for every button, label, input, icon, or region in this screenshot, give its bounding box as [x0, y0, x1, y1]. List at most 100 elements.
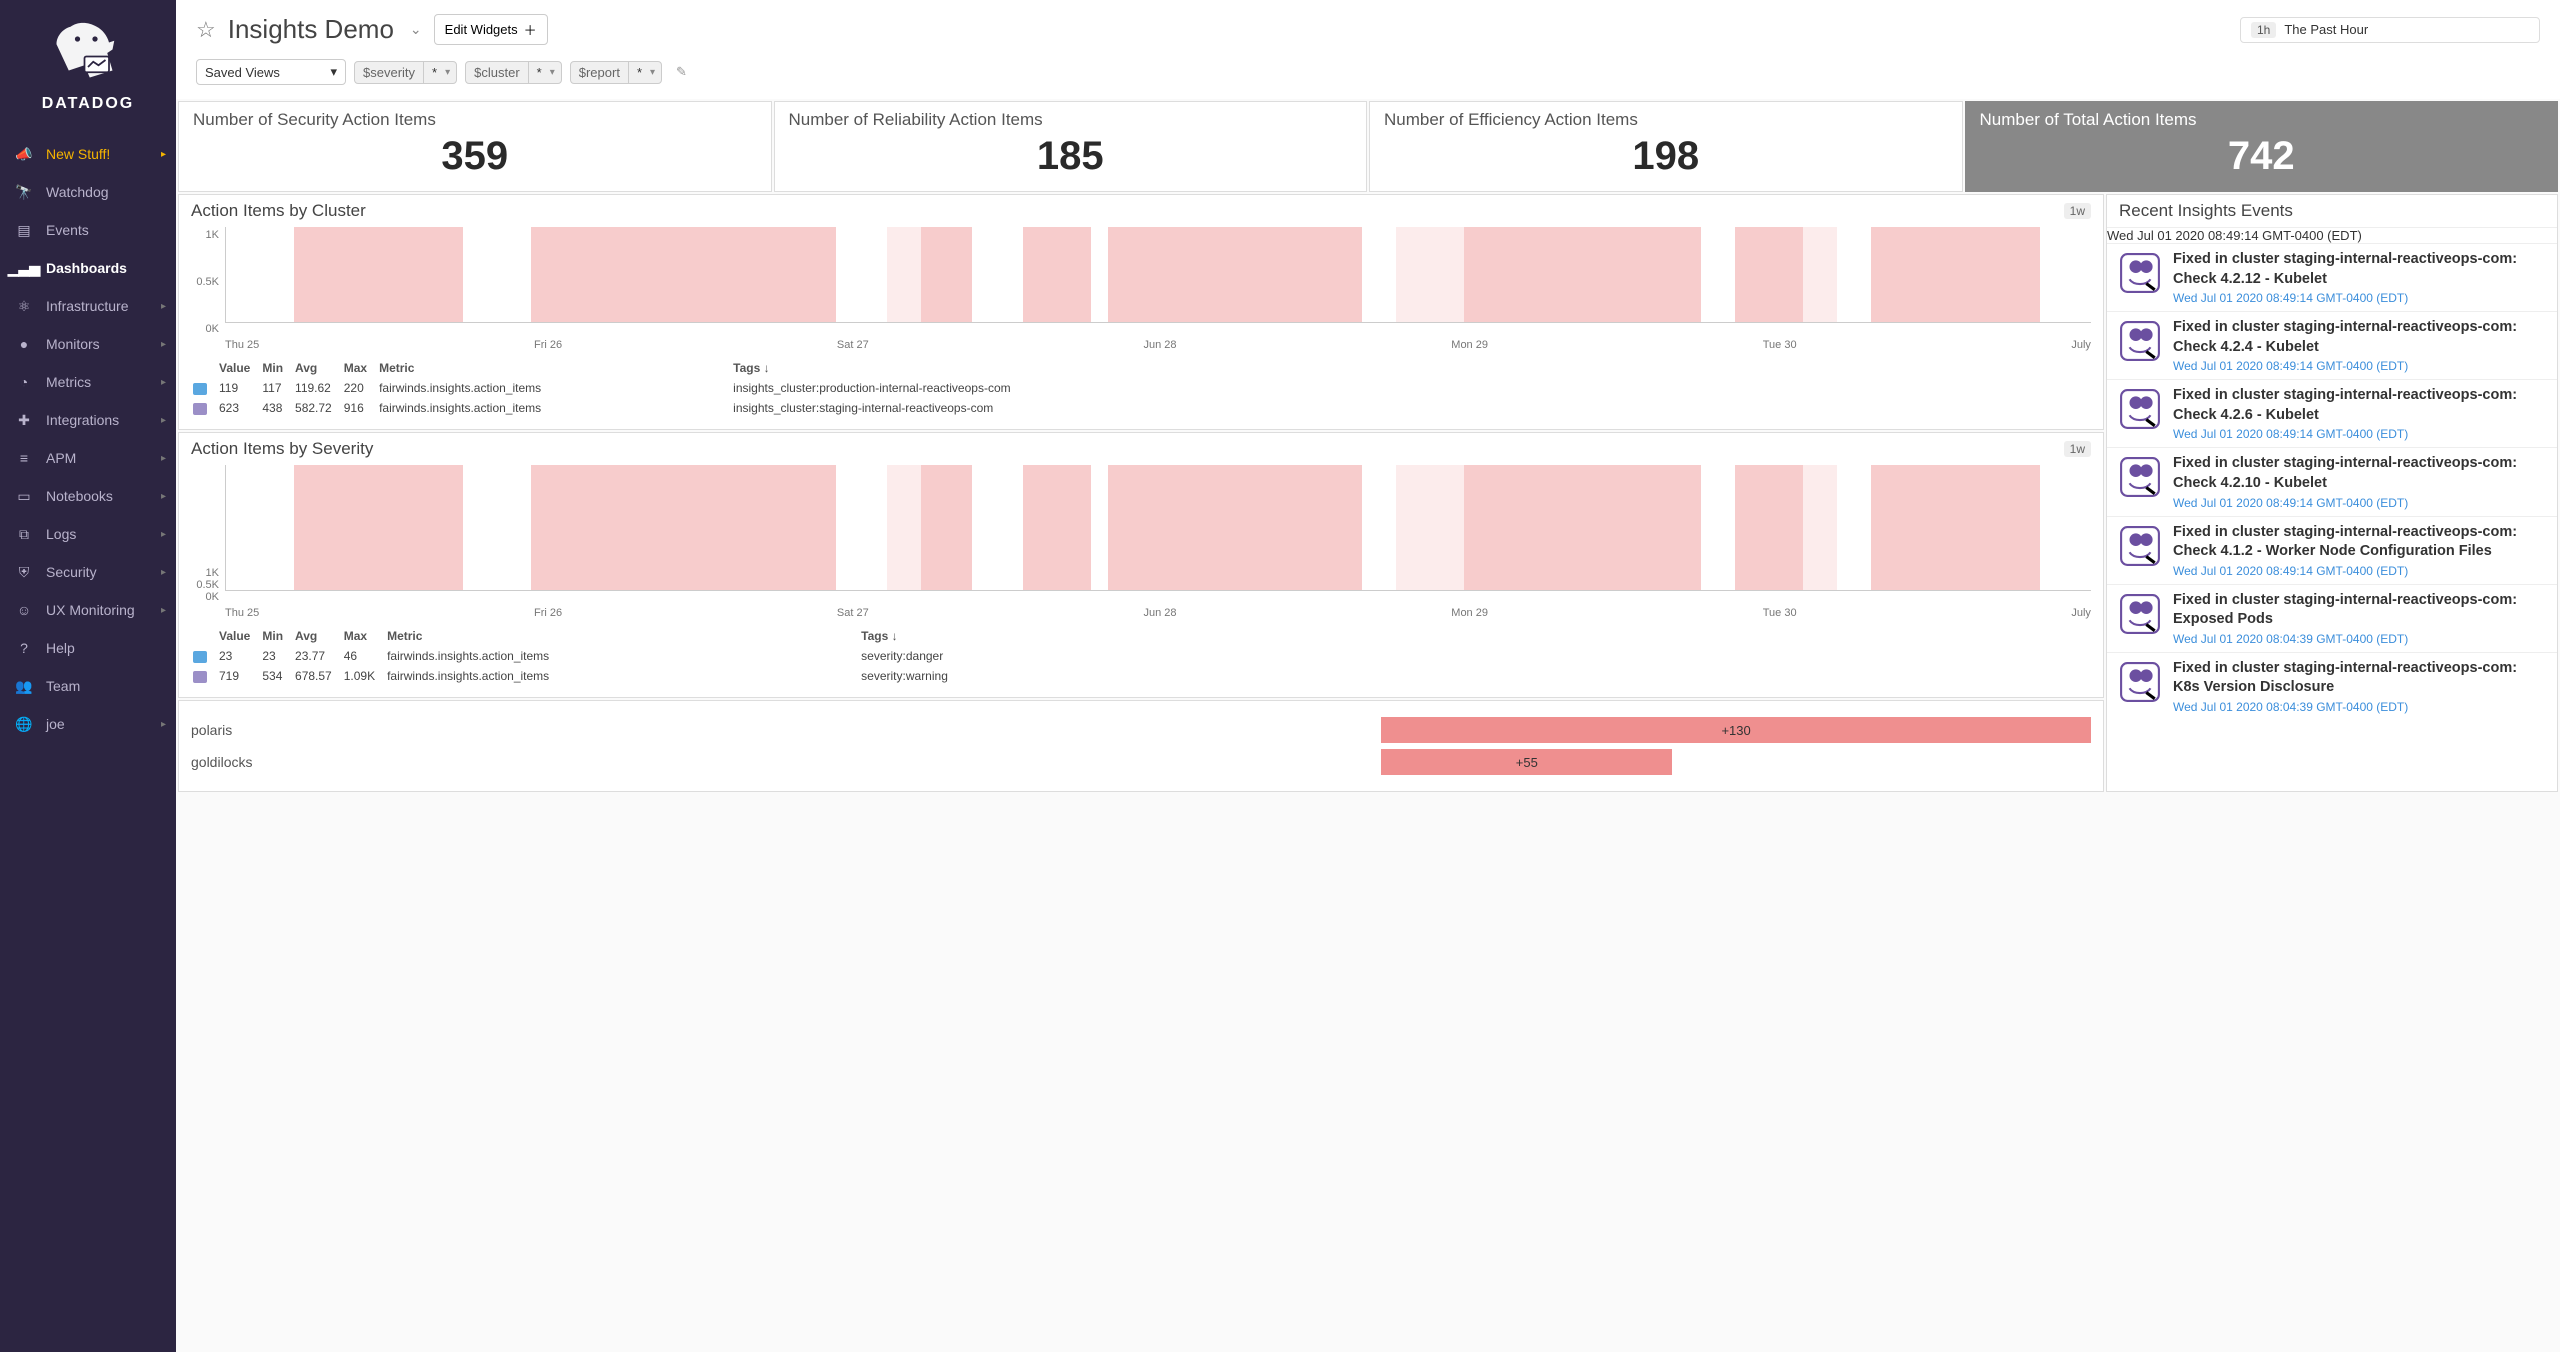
- chart-action-items-by-cluster: Action Items by Cluster 1w 1K 0.5K 0K: [178, 194, 2104, 430]
- chart1-legend: ValueMinAvgMaxMetric Tags ↓ 119117119.62…: [191, 357, 1023, 419]
- pencil-icon[interactable]: ✎: [670, 62, 693, 82]
- chevron-down-icon: ▾: [550, 67, 561, 78]
- team-icon: 👥: [14, 676, 34, 696]
- title-dropdown-icon[interactable]: ⌄: [410, 21, 422, 38]
- sidebar-item-ux-monitoring[interactable]: ☺ UX Monitoring ▸: [0, 591, 176, 629]
- chevron-right-icon: ▸: [161, 301, 166, 312]
- bar-label: goldilocks: [191, 754, 271, 770]
- sidebar-item-label: UX Monitoring: [46, 602, 135, 618]
- brand-text: DATADOG: [0, 95, 176, 113]
- sidebar-item-metrics[interactable]: ◔Metrics▸: [0, 363, 176, 401]
- edit-widgets-label: Edit Widgets: [445, 22, 518, 37]
- sidebar-item-security[interactable]: ⛨Security▸: [0, 553, 176, 591]
- event-row[interactable]: Fixed in cluster staging-internal-reacti…: [2107, 584, 2557, 652]
- stat-title: Number of Reliability Action Items: [789, 110, 1353, 130]
- sidebar-item-logs[interactable]: ⧉Logs▸: [0, 515, 176, 553]
- sidebar-item-watchdog[interactable]: 🔭Watchdog: [0, 173, 176, 211]
- edit-widgets-button[interactable]: Edit Widgets ＋: [434, 14, 548, 45]
- events-top-timestamp: Wed Jul 01 2020 08:49:14 GMT-0400 (EDT): [2107, 227, 2557, 243]
- time-label: The Past Hour: [2284, 22, 2368, 37]
- legend-row[interactable]: 232323.7746fairwinds.insights.action_ite…: [193, 647, 958, 665]
- sidebar-item-joe[interactable]: 🌐joe▸: [0, 705, 176, 743]
- chart2-title: Action Items by Severity: [191, 439, 373, 459]
- time-range-selector[interactable]: 1h The Past Hour: [2240, 17, 2540, 43]
- sidebar-item-label: Team: [46, 678, 80, 694]
- chart-action-items-by-severity: Action Items by Severity 1w 1K 0.5K 0K: [178, 432, 2104, 698]
- sidebar-item-events[interactable]: ▤ Events: [0, 211, 176, 249]
- stat-card[interactable]: Number of Security Action Items359: [178, 101, 772, 192]
- event-title: Fixed in cluster staging-internal-reacti…: [2173, 250, 2547, 289]
- legend-row[interactable]: 623438582.72916fairwinds.insights.action…: [193, 399, 1021, 417]
- gauge-icon: ◔: [14, 372, 34, 392]
- sidebar-item-notebooks[interactable]: ▭Notebooks▸: [0, 477, 176, 515]
- stat-card[interactable]: Number of Total Action Items742: [1965, 101, 2559, 192]
- event-timestamp: Wed Jul 01 2020 08:04:39 GMT-0400 (EDT): [2173, 700, 2547, 714]
- delta-bar-row[interactable]: polaris+130: [191, 717, 2091, 743]
- sidebar-item-team[interactable]: 👥 Team: [0, 667, 176, 705]
- chevron-right-icon: ▸: [161, 605, 166, 616]
- stat-value: 198: [1384, 134, 1948, 179]
- event-source-icon: [2117, 659, 2163, 705]
- event-row[interactable]: Fixed in cluster staging-internal-reacti…: [2107, 447, 2557, 515]
- legend-row[interactable]: 719534678.571.09Kfairwinds.insights.acti…: [193, 667, 958, 685]
- stat-title: Number of Total Action Items: [1980, 110, 2544, 130]
- sidebar-item-apm[interactable]: ≡APM▸: [0, 439, 176, 477]
- sidebar-item-help[interactable]: ?Help: [0, 629, 176, 667]
- stat-card[interactable]: Number of Efficiency Action Items198: [1369, 101, 1963, 192]
- lines-icon: ≡: [14, 448, 34, 468]
- chevron-right-icon: ▸: [161, 491, 166, 502]
- list-icon: ▤: [14, 220, 34, 240]
- megaphone-icon: 📣: [14, 144, 34, 164]
- template-var-severity[interactable]: $severity*▾: [354, 61, 457, 84]
- chart2-xaxis: Thu 25Fri 26Sat 27Jun 28Mon 29Tue 30July: [225, 605, 2091, 619]
- sidebar-item-label: Help: [46, 640, 75, 656]
- event-source-icon: [2117, 250, 2163, 296]
- event-row[interactable]: Fixed in cluster staging-internal-reacti…: [2107, 243, 2557, 311]
- chart1-yaxis: 1K 0.5K 0K: [191, 227, 223, 337]
- sidebar-item-label: Infrastructure: [46, 298, 128, 314]
- chart1-title: Action Items by Cluster: [191, 201, 366, 221]
- chart2-legend: ValueMinAvgMaxMetric Tags ↓ 232323.7746f…: [191, 625, 960, 687]
- star-icon[interactable]: ☆: [196, 17, 216, 43]
- template-var-report[interactable]: $report*▾: [570, 61, 662, 84]
- ux-icon: ☺: [14, 600, 34, 620]
- event-row[interactable]: Fixed in cluster staging-internal-reacti…: [2107, 311, 2557, 379]
- event-title: Fixed in cluster staging-internal-reacti…: [2173, 591, 2547, 630]
- delta-bar-row[interactable]: goldilocks+55: [191, 749, 2091, 775]
- sidebar-item-monitors[interactable]: ●Monitors▸: [0, 325, 176, 363]
- chart2-range-badge[interactable]: 1w: [2064, 441, 2091, 457]
- saved-views-dropdown[interactable]: Saved Views ▾: [196, 59, 346, 85]
- sidebar-item-label: Monitors: [46, 336, 100, 352]
- stat-value: 359: [193, 134, 757, 179]
- stat-card[interactable]: Number of Reliability Action Items185: [774, 101, 1368, 192]
- sidebar-item-label: Notebooks: [46, 488, 113, 504]
- sidebar-item-dashboards[interactable]: ▁▃▅Dashboards: [0, 249, 176, 287]
- legend-row[interactable]: 119117119.62220fairwinds.insights.action…: [193, 379, 1021, 397]
- template-var-cluster[interactable]: $cluster*▾: [465, 61, 562, 84]
- sidebar-item-label: New Stuff!: [46, 146, 110, 162]
- logo[interactable]: DATADOG: [0, 0, 176, 123]
- binoculars-icon: 🔭: [14, 182, 34, 202]
- saved-views-label: Saved Views: [205, 65, 280, 80]
- sidebar-item-integrations[interactable]: ✚Integrations▸: [0, 401, 176, 439]
- event-row[interactable]: Fixed in cluster staging-internal-reacti…: [2107, 652, 2557, 720]
- event-title: Fixed in cluster staging-internal-reacti…: [2173, 523, 2547, 562]
- chart2-plot[interactable]: 1K 0.5K 0K: [191, 465, 2091, 605]
- event-title: Fixed in cluster staging-internal-reacti…: [2173, 318, 2547, 357]
- event-row[interactable]: Fixed in cluster staging-internal-reacti…: [2107, 516, 2557, 584]
- chart1-plot[interactable]: 1K 0.5K 0K: [191, 227, 2091, 337]
- plus-icon: ＋: [524, 20, 537, 39]
- chevron-right-icon: ▸: [161, 377, 166, 388]
- bar-track: +55: [271, 749, 2091, 775]
- chart1-range-badge[interactable]: 1w: [2064, 203, 2091, 219]
- logs-icon: ⧉: [14, 524, 34, 544]
- tvar-name: $report: [571, 62, 629, 83]
- datadog-logo-icon: [44, 18, 132, 88]
- event-row[interactable]: Fixed in cluster staging-internal-reacti…: [2107, 379, 2557, 447]
- chevron-right-icon: ▸: [161, 339, 166, 350]
- sidebar-item-label: Events: [46, 222, 89, 238]
- sidebar-item-new-stuff-[interactable]: 📣New Stuff!▸: [0, 135, 176, 173]
- sidebar-item-infrastructure[interactable]: ⚛Infrastructure▸: [0, 287, 176, 325]
- sidebar: DATADOG 📣 New Stuff! ▸ 🔭Watchdog ▤ Events ▁▃▅D…: [0, 0, 176, 1352]
- globe-icon: 🌐: [14, 714, 34, 734]
